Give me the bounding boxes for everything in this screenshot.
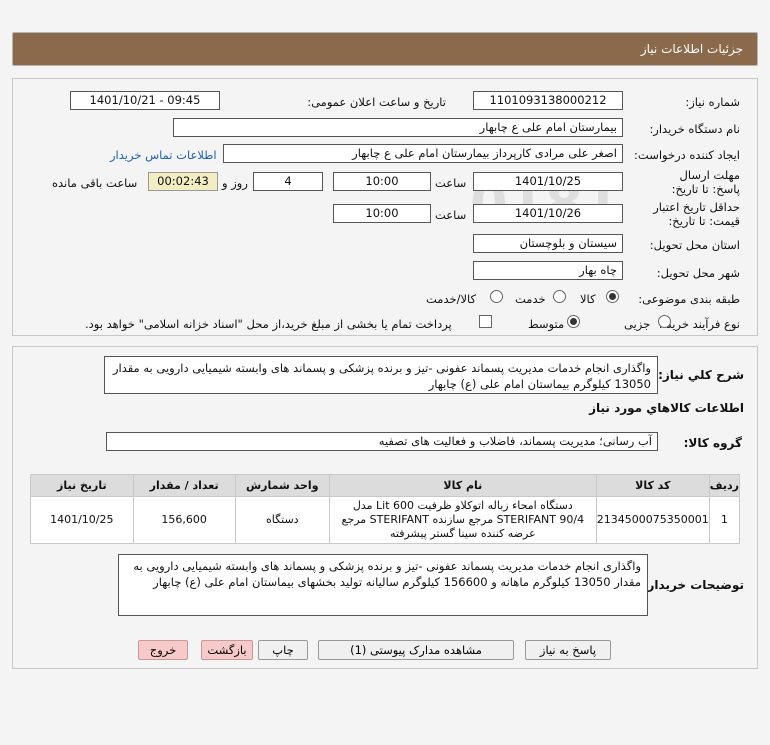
col-name: نام کالا [328,474,597,497]
group-field: آب رسانی؛ مدیریت پسماند، فاضلاب و فعالیت… [106,432,658,451]
col-date: تاریخ نیاز [30,474,134,497]
remaining-label: ساعت باقی مانده [52,176,138,190]
buyer-notes-box: واگذاری انجام خدمات مدیریت پسماند عفونی … [118,554,648,616]
buyer-org-field: بیمارستان امام علی ع چابهار [173,118,623,137]
category-label: طبقه بندی موضوعی: [638,292,740,306]
validity-label: حداقل تاریخ اعتبار قیمت: تا تاریخ: [653,200,740,228]
deadline-date-field: 1401/10/25 [473,172,623,191]
process-label: نوع فرآیند خرید : [658,317,740,331]
validity-date-field: 1401/10/26 [473,204,623,223]
deadline-time-field: 10:00 [333,172,431,191]
category-service-radio[interactable] [553,290,566,303]
page-header: جزئیات اطلاعات نیاز [12,32,758,66]
buyer-org-label: نام دستگاه خریدار: [649,122,740,136]
validity-time-field: 10:00 [333,204,431,223]
buyer-contact-link[interactable]: اطلاعات تماس خریدار [110,148,217,162]
province-label: استان محل تحویل: [649,238,740,252]
announce-label: تاریخ و ساعت اعلان عمومی: [307,95,446,109]
print-button[interactable]: چاپ [258,640,308,660]
announce-field: 1401/10/21 - 09:45 [70,91,220,110]
attachments-button[interactable]: مشاهده مدارک پیوستی (1) [318,640,514,660]
creator-label: ایجاد کننده درخواست: [634,148,740,162]
table-header-row: ردیف کد کالا نام کالا واحد شمارش تعداد /… [30,474,741,497]
category-goods-service-label: کالا/خدمت [426,292,477,306]
need-number-label: شماره نیاز: [685,95,740,109]
treasury-text: پرداخت تمام یا بخشی از مبلغ خرید،از محل … [85,317,452,331]
need-number-field: 1101093138000212 [473,91,623,110]
category-goods-radio[interactable] [606,290,619,303]
treasury-checkbox[interactable] [479,315,492,328]
days-field: 4 [253,172,323,191]
creator-field: اصغر علی مرادی کارپرداز بیمارستان امام ع… [223,144,623,163]
page-title: جزئیات اطلاعات نیاز [640,42,743,56]
summary-box: واگذاری انجام خدمات مدیریت پسماند عفونی … [104,356,658,394]
category-goods-service-radio[interactable] [490,290,503,303]
cell-row: 1 [708,496,741,544]
col-row: ردیف [708,474,741,497]
cell-unit: دستگاه [234,496,330,544]
goods-info-title: اطلاعات کالاهاي مورد نياز [589,401,744,415]
days-label: روز و [222,176,248,190]
city-field: چاه بهار [473,261,623,280]
deadline-time-label: ساعت [435,176,467,190]
group-label: گروه کالا: [683,436,742,450]
process-medium-radio[interactable] [567,315,580,328]
remaining-time-field: 00:02:43 [148,172,218,191]
process-minor-label: جزیی [624,317,651,331]
reply-button[interactable]: پاسخ به نیاز [525,640,611,660]
col-unit: واحد شمارش [234,474,330,497]
category-service-label: خدمت [515,292,546,306]
cell-code: 2134500075350001 [595,496,710,544]
table-row: 1 2134500075350001 دستگاه امحاء زباله ات… [30,496,741,544]
category-goods-label: کالا [580,292,596,306]
cell-name: دستگاه امحاء زباله اتوکلاو ظرفیت 600 Lit… [328,496,597,544]
goods-table: ردیف کد کالا نام کالا واحد شمارش تعداد /… [30,474,741,544]
back-button[interactable]: بازگشت [201,640,253,660]
col-qty: تعداد / مقدار [132,474,236,497]
col-code: کد کالا [595,474,710,497]
exit-button[interactable]: خروج [138,640,188,660]
province-field: سیستان و بلوچستان [473,234,623,253]
summary-label: شرح کلي نياز: [658,368,744,382]
cell-qty: 156,600 [132,496,236,544]
cell-date: 1401/10/25 [30,496,134,544]
deadline-label: مهلت ارسال پاسخ: تا تاریخ: [671,168,740,196]
process-minor-radio[interactable] [658,315,671,328]
city-label: شهر محل تحویل: [656,266,740,280]
validity-time-label: ساعت [435,208,467,222]
process-medium-label: متوسط [528,317,565,331]
buyer-notes-label: توضیحات خریدار: [642,578,744,592]
